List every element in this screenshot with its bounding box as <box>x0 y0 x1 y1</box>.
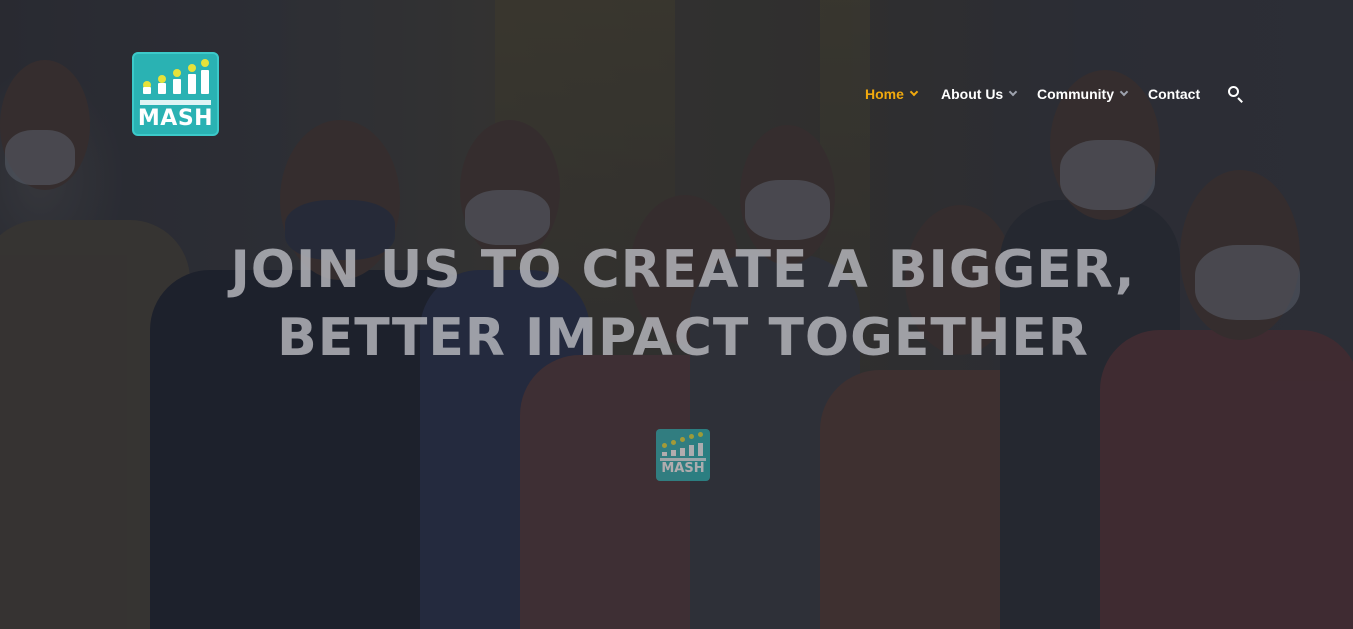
headline-line-1: JOIN US TO CREATE A BIGGER, <box>230 240 1136 300</box>
nav-item-label: Home <box>865 86 904 102</box>
chevron-down-icon <box>909 87 919 97</box>
nav-item-contact[interactable]: Contact <box>1148 84 1200 104</box>
search-icon[interactable] <box>1228 86 1244 103</box>
nav-item-label: Contact <box>1148 86 1201 102</box>
nav-item-community[interactable]: Community <box>1037 84 1129 104</box>
badge-text: MASH <box>661 461 705 476</box>
hero-logo-badge: MASH <box>656 429 710 481</box>
nav-item-about-us[interactable]: About Us <box>941 84 1018 104</box>
nav-item-home[interactable]: Home <box>865 84 919 104</box>
chevron-down-icon <box>1119 87 1129 97</box>
hero-headline: JOIN US TO CREATE A BIGGER, BETTER IMPAC… <box>226 236 1140 372</box>
headline-line-2: BETTER IMPACT TOGETHER <box>277 308 1089 368</box>
nav-item-label: About Us <box>941 86 1004 102</box>
site-logo[interactable]: MASH <box>132 52 219 136</box>
chevron-down-icon <box>1008 87 1018 97</box>
nav-item-label: Community <box>1037 86 1114 102</box>
logo-text: MASH <box>137 106 214 131</box>
